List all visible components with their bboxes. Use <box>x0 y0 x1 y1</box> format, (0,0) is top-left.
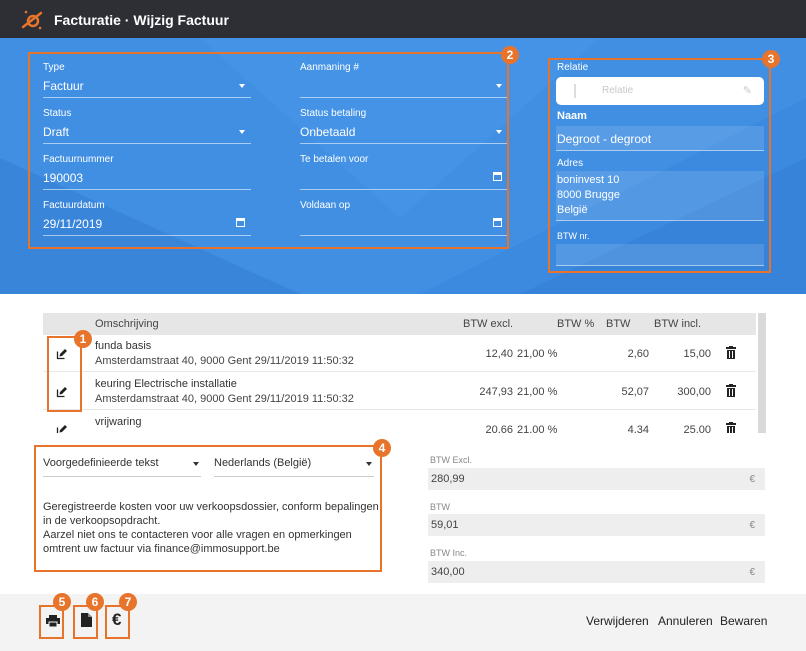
edit-icon[interactable] <box>56 424 68 433</box>
annotation-box-1 <box>47 336 82 412</box>
line-pct: 21,00 % <box>517 386 558 398</box>
line-excl: 12,40 <box>485 348 513 360</box>
annotation-badge-3: 3 <box>762 50 780 68</box>
trash-icon[interactable] <box>726 346 736 359</box>
annotation-badge-7: 7 <box>119 593 137 611</box>
table-header: Omschrijving BTW excl. BTW % BTW BTW inc… <box>43 313 756 335</box>
euro-icon: € <box>749 567 755 578</box>
line-detail: Amsterdamstraat 40, 9000 Gent 29/11/2019… <box>95 393 354 405</box>
annotation-badge-5: 5 <box>53 593 71 611</box>
line-incl: 25,00 <box>683 424 711 433</box>
col-btw: BTW <box>606 318 631 330</box>
bewaren-button[interactable]: Bewaren <box>720 614 767 628</box>
euro-icon: € <box>749 520 755 531</box>
line-incl: 300,00 <box>677 386 711 398</box>
title-bar: Facturatie · Wijzig Factuur <box>0 0 806 38</box>
table-row[interactable]: keuring Electrische installatie Amsterda… <box>43 374 756 410</box>
col-omschrijving: Omschrijving <box>95 318 159 330</box>
trash-icon[interactable] <box>726 422 736 433</box>
col-btw-excl: BTW excl. <box>463 318 514 330</box>
line-detail: Amsterdamstraat 40, 9000 Gent 29/11/2019… <box>95 355 354 367</box>
verwijderen-button[interactable]: Verwijderen <box>586 614 649 628</box>
line-excl: 247,93 <box>479 386 513 398</box>
line-title: funda basis <box>95 340 152 352</box>
sum-excl-label: BTW Excl. <box>430 455 472 465</box>
sum-btw-label: BTW <box>430 502 450 512</box>
sum-inc-value: 340,00 <box>431 566 465 578</box>
sum-inc-label: BTW Inc. <box>430 548 468 558</box>
sum-excl-field: 280,99 € <box>428 468 765 490</box>
line-title: keuring Electrische installatie <box>95 378 237 390</box>
line-pct: 21,00 % <box>517 348 558 360</box>
line-btw: 4,34 <box>627 424 649 433</box>
euro-icon: € <box>749 474 755 485</box>
sum-inc-field: 340,00 € <box>428 561 765 583</box>
line-title: vrijwaring <box>95 416 142 428</box>
annuleren-button[interactable]: Annuleren <box>658 614 713 628</box>
table-scrollbar[interactable] <box>758 313 766 433</box>
annotation-box-3 <box>548 58 771 273</box>
line-pct: 21,00 % <box>517 424 558 433</box>
line-btw: 52,07 <box>621 386 649 398</box>
col-btw-incl: BTW incl. <box>654 318 702 330</box>
line-btw: 2,60 <box>627 348 649 360</box>
trash-icon[interactable] <box>726 384 736 397</box>
table-row[interactable]: vrijwaring 20,66 21,00 % 4,34 25,00 <box>43 412 756 433</box>
annotation-box-4 <box>34 445 382 572</box>
sum-excl-value: 280,99 <box>431 473 465 485</box>
col-btw-pct: BTW % <box>557 318 595 330</box>
annotation-badge-2: 2 <box>501 46 519 64</box>
page-title: Facturatie · Wijzig Factuur <box>54 12 229 28</box>
table-row[interactable]: funda basis Amsterdamstraat 40, 9000 Gen… <box>43 336 756 372</box>
line-incl: 15,00 <box>683 348 711 360</box>
sum-btw-field: 59,01 € <box>428 514 765 536</box>
logo-icon <box>21 10 43 30</box>
annotation-badge-6: 6 <box>86 593 104 611</box>
invoice-lines-table: Omschrijving BTW excl. BTW % BTW BTW inc… <box>43 313 766 433</box>
line-excl: 20,66 <box>485 424 513 433</box>
annotation-box-2 <box>28 52 509 249</box>
sum-btw-value: 59,01 <box>431 519 459 531</box>
annotation-badge-4: 4 <box>373 439 391 457</box>
annotation-badge-1: 1 <box>74 330 92 348</box>
